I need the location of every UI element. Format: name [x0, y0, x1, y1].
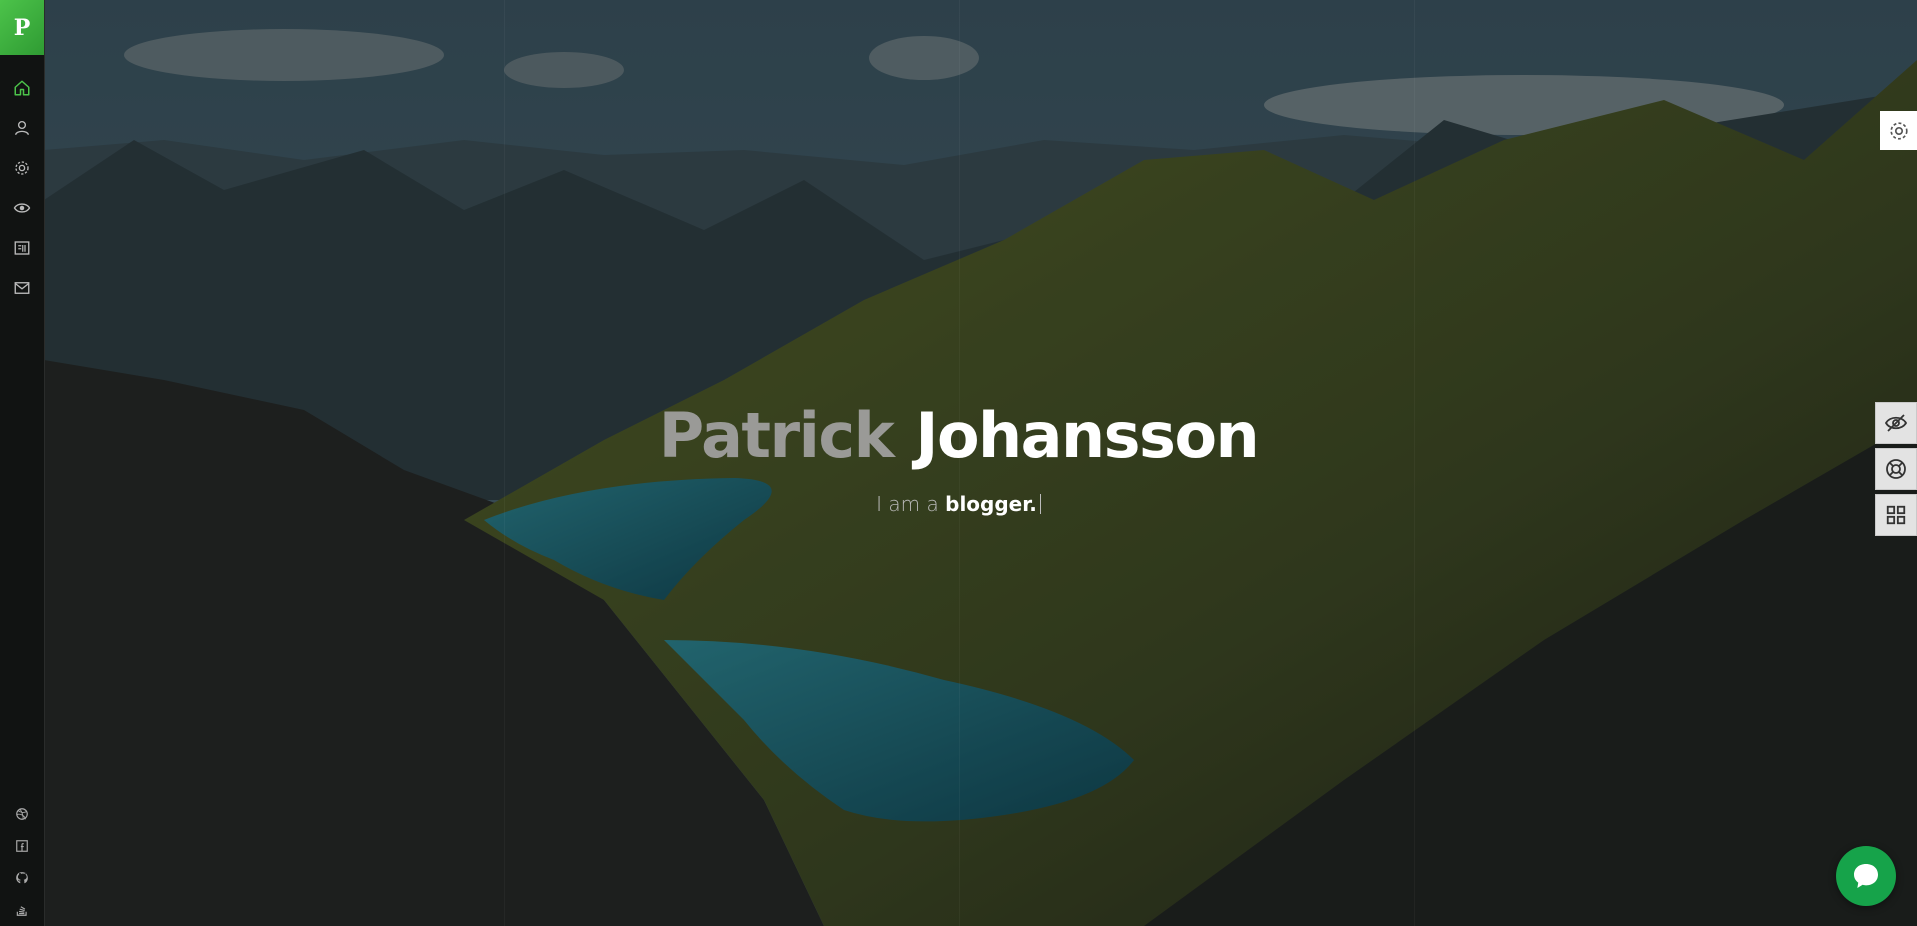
- sidebar-item-blog[interactable]: [0, 228, 44, 268]
- chat-bubble-icon: [1854, 864, 1878, 888]
- sidebar-nav: [0, 68, 44, 308]
- envelope-icon: [14, 282, 30, 294]
- dribbble-icon: [16, 808, 28, 820]
- theme-settings-button[interactable]: [1880, 111, 1917, 150]
- grid-icon: [1886, 505, 1906, 525]
- hero-first-name: Patrick: [658, 399, 895, 472]
- sidebar-item-contact[interactable]: [0, 268, 44, 308]
- gear-icon: [15, 161, 29, 175]
- social-dribbble[interactable]: [0, 798, 44, 830]
- newspaper-icon: [14, 241, 30, 255]
- stack-overflow-icon: [16, 906, 27, 916]
- eye-slash-icon: [1884, 414, 1908, 432]
- settings-gear-icon: [1889, 121, 1908, 140]
- github-icon: [16, 872, 28, 884]
- eye-icon: [13, 203, 31, 213]
- social-stackoverflow[interactable]: [0, 894, 44, 926]
- hero-last-name: Johansson: [915, 399, 1259, 472]
- tagline-prefix: I am a: [876, 492, 939, 516]
- hero-section: Patrick Johansson I am a blogger.: [0, 405, 1917, 517]
- sidebar-item-home[interactable]: [0, 68, 44, 108]
- life-ring-icon: [1886, 459, 1906, 479]
- hero-tagline: I am a blogger.: [0, 492, 1917, 516]
- user-icon: [14, 120, 30, 136]
- sidebar-item-services[interactable]: [0, 148, 44, 188]
- hide-button[interactable]: [1875, 402, 1917, 444]
- sidebar-item-about[interactable]: [0, 108, 44, 148]
- social-links: [0, 798, 44, 926]
- sidebar-item-portfolio[interactable]: [0, 188, 44, 228]
- brand-logo[interactable]: P: [0, 0, 44, 55]
- tagline-role: blogger.: [945, 492, 1037, 516]
- typing-cursor: [1039, 494, 1041, 514]
- demos-button[interactable]: [1875, 494, 1917, 536]
- social-facebook[interactable]: [0, 830, 44, 862]
- facebook-icon: [16, 840, 28, 852]
- logo-letter: P: [13, 14, 31, 41]
- hero-name: Patrick Johansson: [0, 405, 1917, 467]
- support-button[interactable]: [1875, 448, 1917, 490]
- home-icon: [14, 80, 30, 96]
- chat-button[interactable]: [1836, 846, 1896, 906]
- social-github[interactable]: [0, 862, 44, 894]
